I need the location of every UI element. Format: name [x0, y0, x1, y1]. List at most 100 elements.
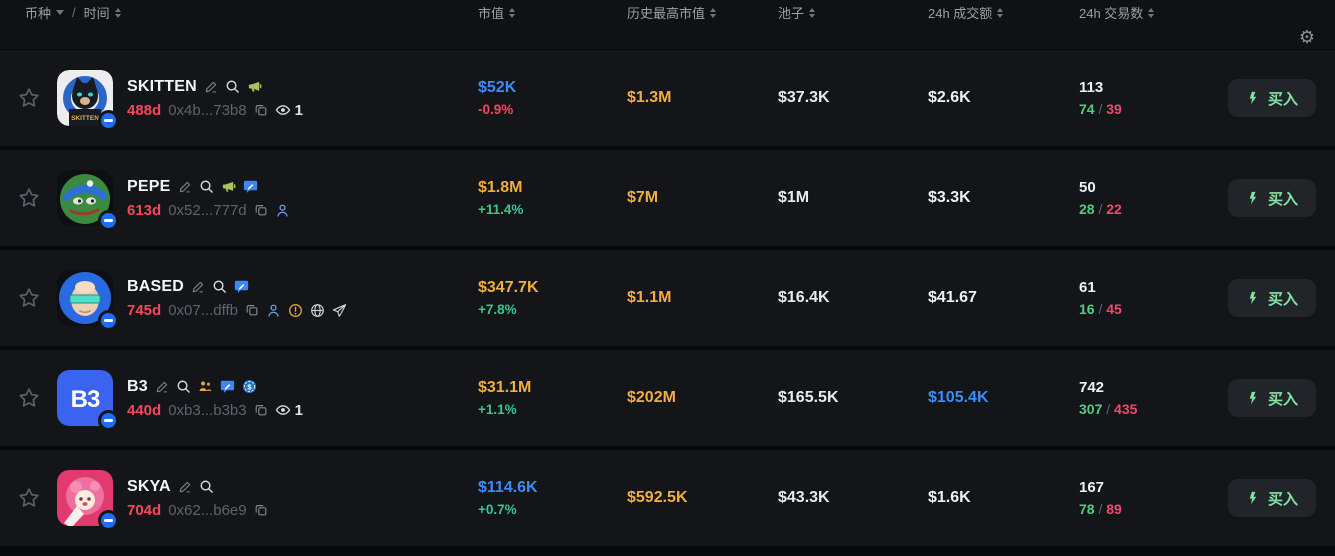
lightning-bolt-icon: [1246, 491, 1260, 505]
market-cap-value: $347.7K: [478, 279, 539, 297]
token-name[interactable]: BASED: [127, 278, 184, 296]
megaphone-icon[interactable]: [221, 179, 236, 194]
copy-icon[interactable]: [254, 503, 268, 517]
volume-24h-value: $41.67: [928, 289, 1079, 307]
volume-col-label: 24h 成交额: [928, 3, 992, 22]
favorite-star-icon[interactable]: [16, 185, 42, 211]
sort-pool[interactable]: 池子: [778, 3, 815, 22]
pool-value: $16.4K: [778, 289, 928, 307]
buy-button-label: 买入: [1268, 388, 1298, 409]
chat-pencil-badge-icon[interactable]: [234, 279, 249, 294]
eye-icon[interactable]: [275, 402, 291, 418]
globe-icon[interactable]: [310, 303, 325, 318]
edit-icon[interactable]: [191, 280, 205, 294]
copy-icon[interactable]: [245, 303, 259, 317]
eye-icon[interactable]: [275, 102, 291, 118]
search-icon[interactable]: [225, 79, 240, 94]
pool-value: $1M: [778, 189, 928, 207]
buy-button[interactable]: 买入: [1228, 279, 1316, 317]
token-avatar[interactable]: [57, 170, 113, 226]
favorite-star-icon[interactable]: [16, 385, 42, 411]
token-address: 0x52...777d: [168, 202, 246, 219]
watcher-count: 1: [295, 102, 303, 119]
tx-count-sells: 39: [1106, 101, 1122, 117]
sort-market-cap[interactable]: 市值: [478, 3, 515, 22]
copy-icon[interactable]: [254, 403, 268, 417]
header-separator: /: [72, 5, 76, 20]
sort-token[interactable]: 币种: [25, 3, 64, 22]
search-icon[interactable]: [176, 379, 191, 394]
token-row[interactable]: SKYA 704d 0x62...b6e9 $114.6K +0.7% $592…: [0, 450, 1335, 546]
sort-time[interactable]: 时间: [84, 3, 121, 22]
chat-pencil-badge-icon[interactable]: [243, 179, 258, 194]
token-address: 0x4b...73b8: [168, 102, 246, 119]
token-name[interactable]: SKYA: [127, 478, 171, 496]
search-icon[interactable]: [199, 479, 214, 494]
token-row[interactable]: B3 B3 $ 440d 0xb3...b3b3 1 $31.1M +1.1% …: [0, 350, 1335, 446]
settings-gear-icon[interactable]: ⚙: [1299, 28, 1315, 46]
token-row[interactable]: BASED 745d 0x07...dffb $347.7K +7.8% $1.…: [0, 250, 1335, 346]
usdc-icon[interactable]: $: [242, 379, 257, 394]
lightning-bolt-icon: [1246, 291, 1260, 305]
token-name-icons: [178, 179, 258, 194]
buy-button[interactable]: 买入: [1228, 479, 1316, 517]
copy-icon[interactable]: [254, 103, 268, 117]
token-age: 745d: [127, 302, 161, 319]
token-row[interactable]: PEPE 613d 0x52...777d $1.8M +11.4% $7M $…: [0, 150, 1335, 246]
edit-icon[interactable]: [155, 380, 169, 394]
token-name[interactable]: PEPE: [127, 178, 171, 196]
sort-volume-24h[interactable]: 24h 成交额: [928, 3, 1003, 22]
token-address: 0xb3...b3b3: [168, 402, 246, 419]
svg-text:SKITTEN: SKITTEN: [71, 115, 99, 122]
tx-col-label: 24h 交易数: [1079, 3, 1143, 22]
copy-icon[interactable]: [254, 203, 268, 217]
megaphone-icon[interactable]: [247, 79, 262, 94]
watcher-count: 1: [295, 402, 303, 419]
person-icon[interactable]: [275, 203, 290, 218]
edit-icon[interactable]: [178, 480, 192, 494]
chat-pencil-badge-icon[interactable]: [220, 379, 235, 394]
buy-button[interactable]: 买入: [1228, 379, 1316, 417]
buy-button-label: 买入: [1268, 288, 1298, 309]
warning-icon[interactable]: [288, 303, 303, 318]
sort-tx-24h[interactable]: 24h 交易数: [1079, 3, 1154, 22]
tx-count-total: 50: [1079, 179, 1096, 196]
search-icon[interactable]: [212, 279, 227, 294]
ath-market-cap-value: $1.1M: [627, 289, 778, 307]
token-name[interactable]: SKITTEN: [127, 78, 197, 96]
paper-plane-icon[interactable]: [332, 303, 347, 318]
pool-value: $165.5K: [778, 389, 928, 407]
tx-count-buys: 78: [1079, 501, 1095, 517]
team-icon[interactable]: [198, 379, 213, 394]
token-row[interactable]: SKITTEN SKITTEN 488d 0x4b...73b8 1 $52K …: [0, 50, 1335, 146]
lightning-bolt-icon: [1246, 191, 1260, 205]
edit-icon[interactable]: [178, 180, 192, 194]
tx-count-buys: 74: [1079, 101, 1095, 117]
token-age: 613d: [127, 202, 161, 219]
tx-count-sells: 435: [1114, 401, 1137, 417]
person-icon[interactable]: [266, 303, 281, 318]
market-cap-col-label: 市值: [478, 3, 504, 22]
change-percent: +1.1%: [478, 402, 517, 417]
token-address: 0x07...dffb: [168, 302, 238, 319]
pool-col-label: 池子: [778, 3, 804, 22]
ath-market-cap-value: $202M: [627, 389, 778, 407]
token-name[interactable]: B3: [127, 378, 148, 396]
favorite-star-icon[interactable]: [16, 485, 42, 511]
search-icon[interactable]: [199, 179, 214, 194]
edit-icon[interactable]: [204, 80, 218, 94]
change-percent: +11.4%: [478, 202, 523, 217]
buy-button[interactable]: 买入: [1228, 179, 1316, 217]
token-avatar[interactable]: SKITTEN: [57, 70, 113, 126]
pool-value: $43.3K: [778, 489, 928, 507]
tx-count-sells: 45: [1106, 301, 1122, 317]
token-avatar[interactable]: B3: [57, 370, 113, 426]
buy-button[interactable]: 买入: [1228, 79, 1316, 117]
token-avatar[interactable]: [57, 470, 113, 526]
favorite-star-icon[interactable]: [16, 285, 42, 311]
volume-24h-value: $3.3K: [928, 189, 1079, 207]
token-avatar[interactable]: [57, 270, 113, 326]
favorite-star-icon[interactable]: [16, 85, 42, 111]
tx-count-buys: 307: [1079, 401, 1102, 417]
sort-ath-market-cap[interactable]: 历史最高市值: [627, 3, 716, 22]
